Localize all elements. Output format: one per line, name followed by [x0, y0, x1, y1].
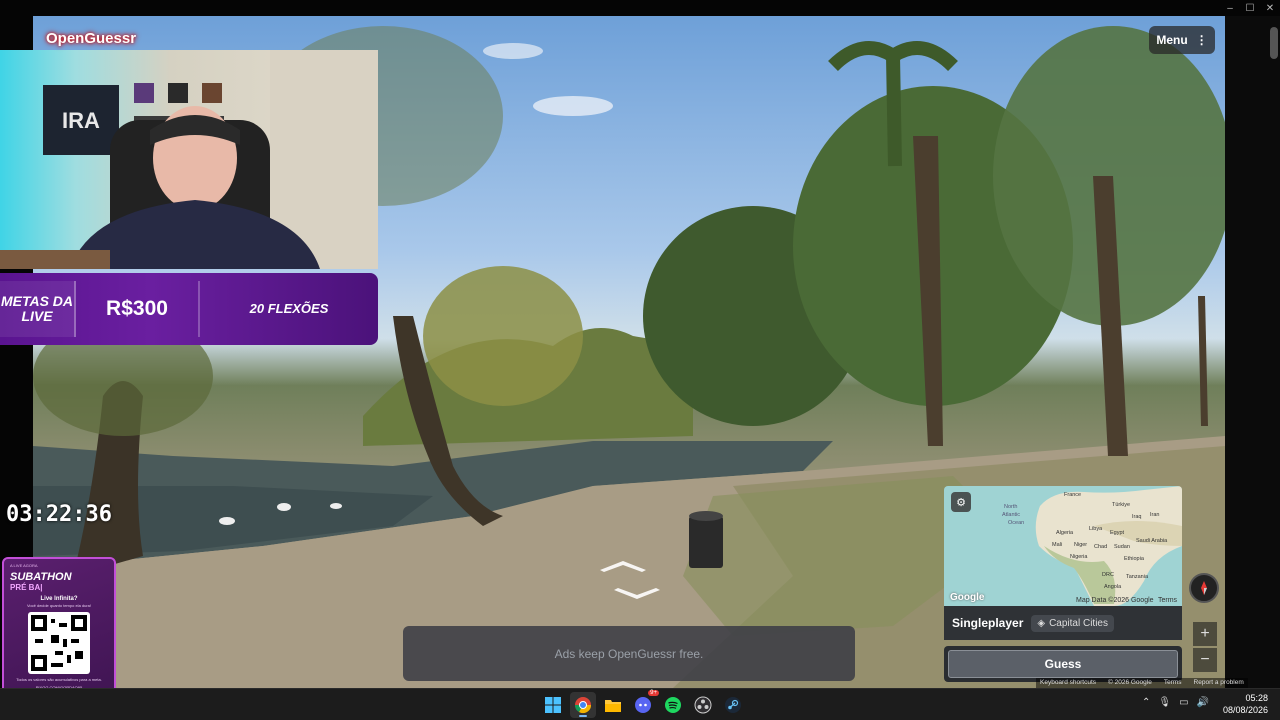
taskbar-clock[interactable]: 05:28 08/08/2026: [1223, 692, 1268, 716]
menu-button[interactable]: Menu ⋮: [1149, 26, 1215, 54]
goals-amount: R$300: [76, 281, 200, 337]
live-goals-banner: METAS DA LIVE R$300 20 FLEXÕES: [0, 273, 378, 345]
map-terms-link[interactable]: Terms: [1158, 597, 1177, 604]
move-back-arrow-icon[interactable]: [612, 586, 662, 602]
openguessr-logo: OpenGuessr: [46, 30, 137, 47]
subathon-title: SUBATHON: [10, 571, 72, 583]
move-forward-arrow-icon[interactable]: [598, 558, 648, 574]
mode-label: Singleplayer: [952, 616, 1024, 630]
microphone-icon[interactable]: 🎙: [1158, 697, 1171, 708]
svg-text:Tanzania: Tanzania: [1126, 574, 1149, 580]
obs-icon[interactable]: [690, 692, 716, 718]
webcam-feed: IRA: [0, 50, 378, 269]
minimize-button[interactable]: –: [1220, 0, 1240, 16]
game-mode-bar: Singleplayer ◈ Capital Cities: [944, 606, 1182, 640]
screen: – ☐ ✕ Menu ⋮ Ads keep OpenGuessr free. N…: [0, 0, 1280, 720]
more-vertical-icon: ⋮: [1195, 33, 1208, 47]
discord-icon[interactable]: 9+: [630, 690, 659, 718]
guess-button[interactable]: Guess: [948, 650, 1178, 678]
svg-text:Niger: Niger: [1074, 542, 1087, 548]
scrollbar-thumb[interactable]: [1270, 27, 1278, 59]
chevron-up-icon[interactable]: ⌃: [1142, 697, 1150, 708]
maximize-button[interactable]: ☐: [1240, 0, 1260, 16]
svg-text:Iran: Iran: [1150, 512, 1159, 518]
network-icon[interactable]: ▭: [1179, 697, 1188, 708]
svg-text:Saudi Arabia: Saudi Arabia: [1136, 538, 1168, 544]
window-controls: – ☐ ✕: [1220, 0, 1280, 16]
clock-date: 08/08/2026: [1222, 705, 1268, 715]
svg-text:Ethiopia: Ethiopia: [1124, 556, 1145, 562]
spotify-icon[interactable]: [660, 692, 686, 718]
world-map: North Atlantic Ocean France Türkiye Iraq…: [1002, 486, 1182, 606]
subathon-footer: Todos os valores são acumulativos para a…: [16, 677, 102, 682]
guess-container: Guess: [944, 646, 1182, 682]
svg-text:France: France: [1064, 492, 1081, 498]
svg-text:Libya: Libya: [1089, 526, 1103, 532]
svg-text:Sudan: Sudan: [1114, 544, 1130, 550]
keyboard-shortcuts-link[interactable]: Keyboard shortcuts: [1040, 679, 1096, 687]
ad-banner: Ads keep OpenGuessr free.: [403, 626, 855, 681]
compass-icon[interactable]: [1189, 573, 1219, 603]
terms-link[interactable]: Terms: [1164, 679, 1182, 687]
poster-logo: IRA: [62, 108, 100, 133]
map-chip-label: Capital Cities: [1049, 617, 1108, 629]
map-google-logo: Google: [950, 592, 985, 603]
streetview-footer: Keyboard shortcuts © 2026 Google Terms R…: [1036, 678, 1248, 688]
layers-icon: ◈: [1037, 617, 1046, 629]
subathon-subtitle: PRÉ BA|: [10, 583, 43, 592]
chrome-icon[interactable]: [570, 692, 596, 718]
goals-target: 20 FLEXÕES: [249, 301, 329, 316]
close-button[interactable]: ✕: [1260, 0, 1280, 16]
system-tray: ⌃ 🎙 ▭ 🔊: [1142, 697, 1209, 708]
clock-time: 05:28: [1245, 693, 1268, 703]
map-settings-icon[interactable]: ⚙: [951, 492, 971, 512]
windows-start-icon[interactable]: [540, 692, 566, 718]
qr-code: [28, 612, 90, 674]
scroll-track: [1225, 16, 1280, 688]
google-copyright: © 2026 Google: [1108, 679, 1152, 686]
guess-minimap[interactable]: North Atlantic Ocean France Türkiye Iraq…: [944, 486, 1182, 606]
discord-badge: 9+: [648, 690, 659, 696]
qr-code-icon: [31, 615, 87, 671]
zoom-out-button[interactable]: −: [1193, 648, 1217, 672]
svg-text:Angola: Angola: [1104, 584, 1122, 590]
taskbar-apps: 9+: [540, 690, 746, 718]
svg-text:Nigeria: Nigeria: [1070, 554, 1088, 560]
volume-icon[interactable]: 🔊: [1197, 697, 1209, 708]
svg-text:Chad: Chad: [1094, 544, 1107, 550]
svg-text:Ocean: Ocean: [1008, 520, 1024, 526]
report-problem-link[interactable]: Report a problem: [1194, 679, 1244, 687]
stream-timer: 03:22:36: [6, 502, 112, 527]
webcam-overlay: IRA: [0, 50, 378, 269]
taskbar: 9+ ⌃ 🎙 ▭ 🔊 05:28 08/08/2026: [0, 688, 1280, 720]
svg-text:North: North: [1004, 504, 1017, 510]
map-attribution: Map Data ©2026 Google: [1076, 597, 1154, 604]
svg-text:Iraq: Iraq: [1132, 514, 1141, 520]
menu-label: Menu: [1156, 33, 1188, 47]
compass-needle-icon: [1201, 581, 1207, 595]
svg-text:Algeria: Algeria: [1056, 530, 1074, 536]
zoom-in-button[interactable]: +: [1193, 622, 1217, 646]
subathon-question: Live Infinita?: [40, 596, 78, 602]
file-explorer-icon[interactable]: [600, 692, 626, 718]
goals-title: METAS DA LIVE: [0, 281, 76, 337]
svg-text:Türkiye: Türkiye: [1112, 502, 1130, 508]
map-chip[interactable]: ◈ Capital Cities: [1031, 614, 1114, 632]
steam-icon[interactable]: [720, 692, 746, 718]
svg-text:Mali: Mali: [1052, 542, 1062, 548]
svg-text:Egypt: Egypt: [1110, 530, 1125, 536]
ad-text: Ads keep OpenGuessr free.: [554, 646, 704, 661]
svg-text:DRC: DRC: [1102, 572, 1114, 578]
subathon-description: Você decide quanto tempo ela dura!: [26, 603, 92, 608]
svg-text:Atlantic: Atlantic: [1002, 512, 1020, 518]
subathon-tagline: A LIVE AGORA: [10, 563, 38, 568]
